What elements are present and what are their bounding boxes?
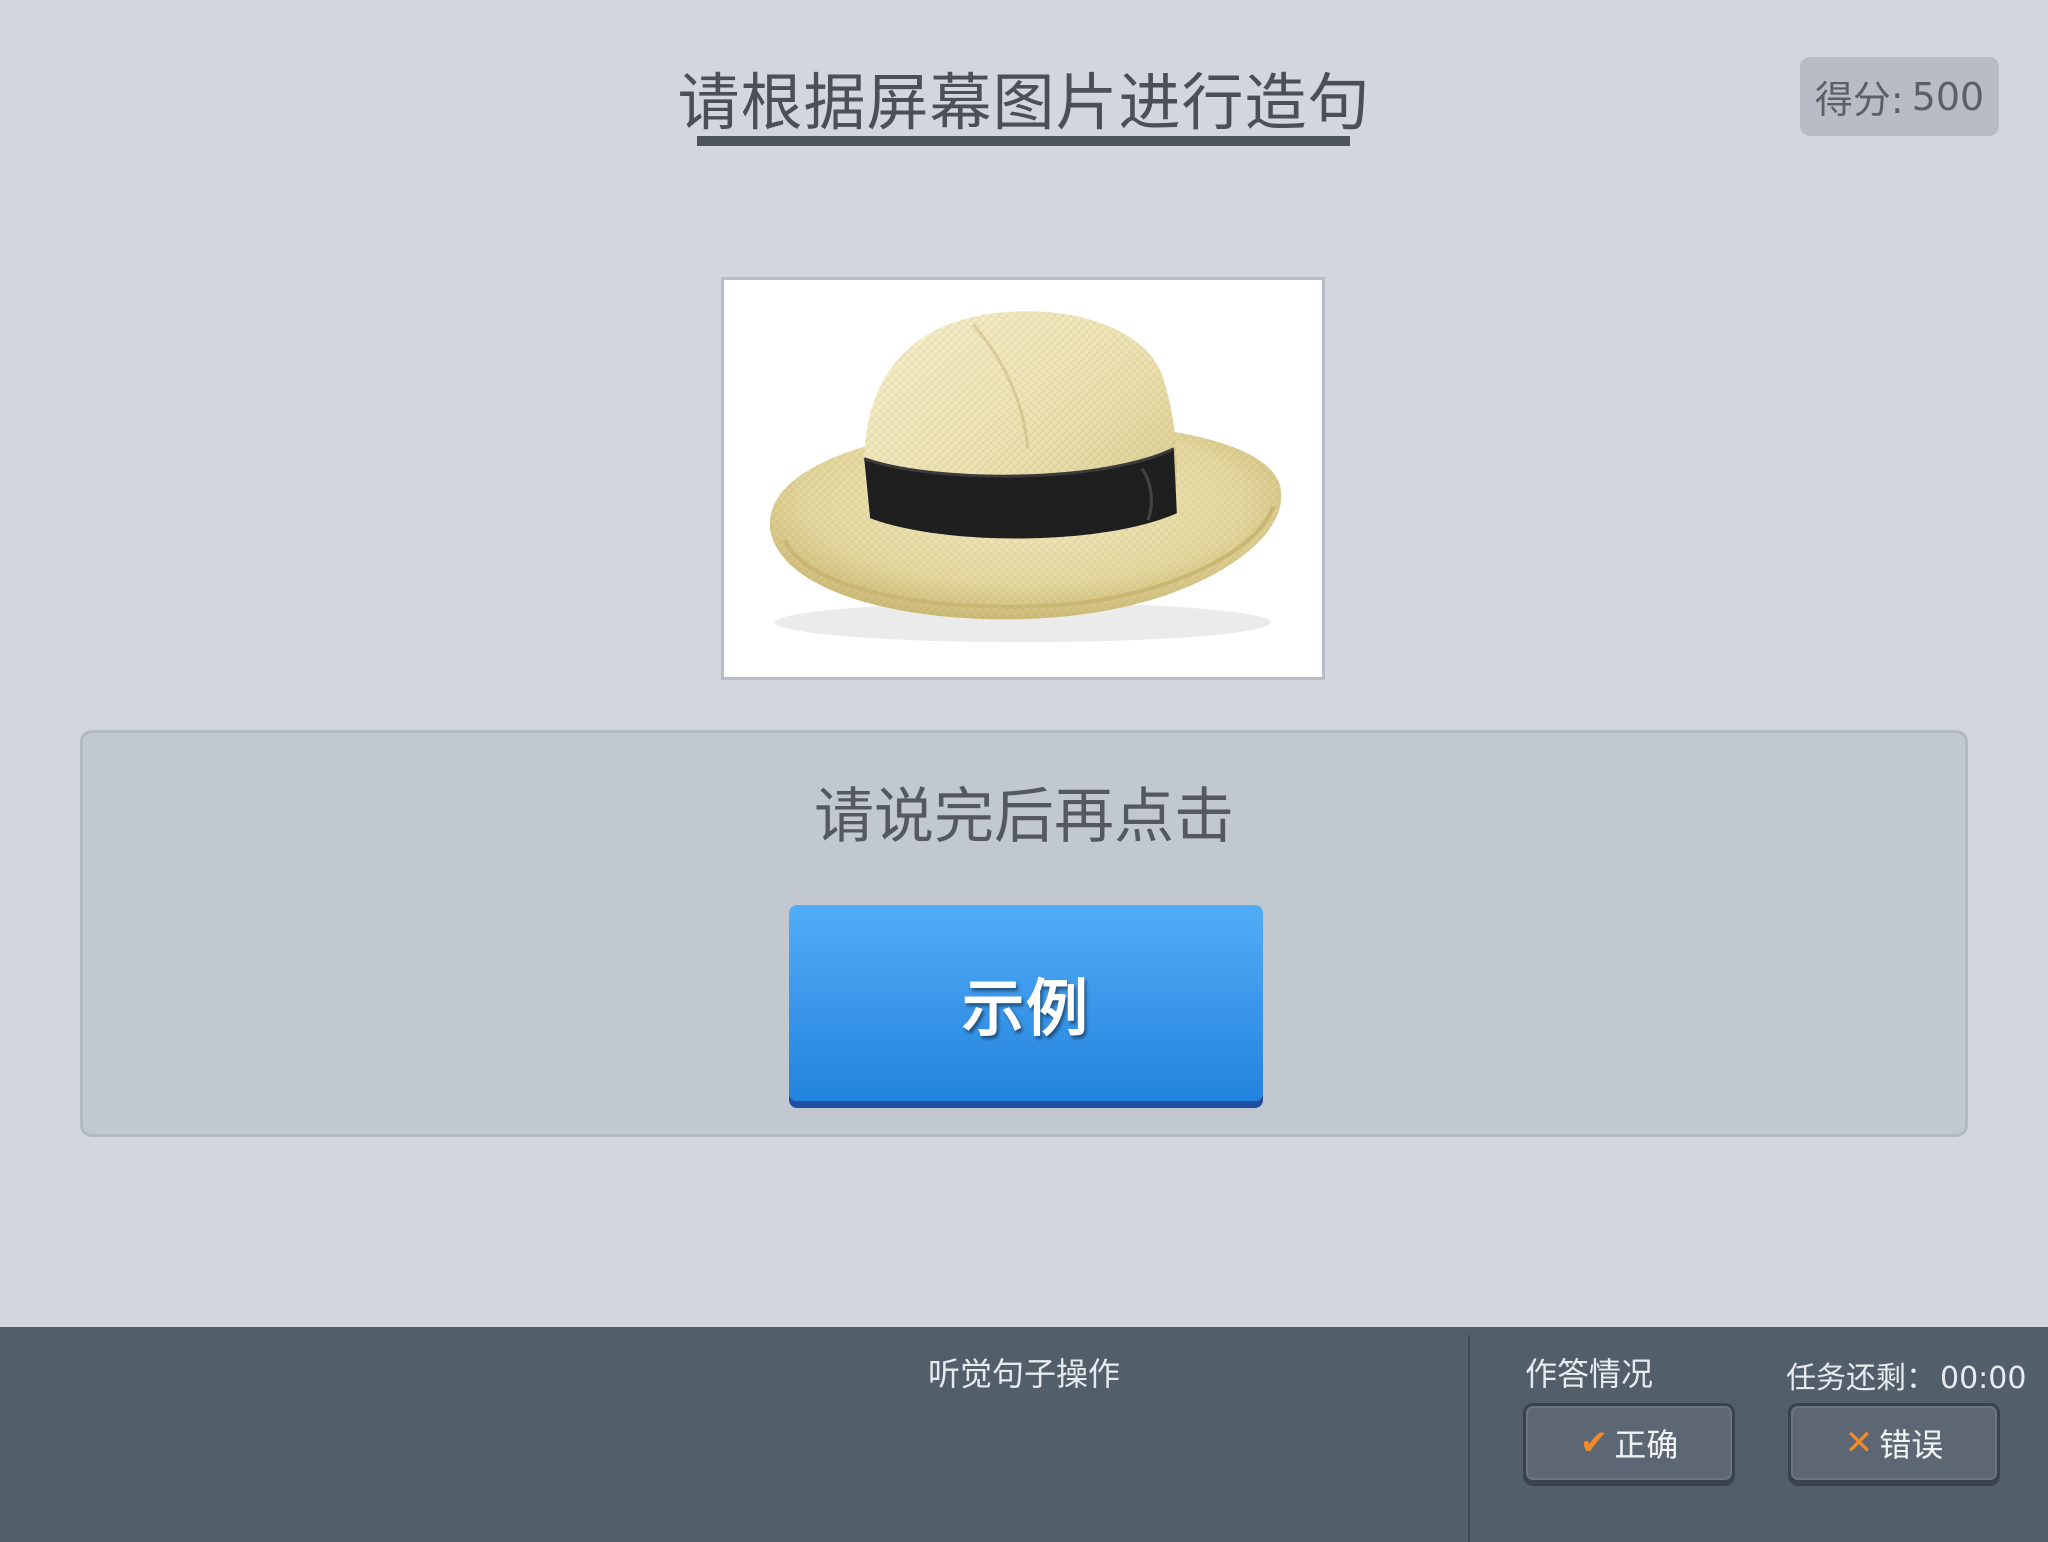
bottom-bar: 听觉句子操作 作答情况 任务还剩： 00:00 ✔ 正确 ✕ 错误 — [0, 1327, 2048, 1542]
wrong-button-label: 错误 — [1879, 1426, 1944, 1464]
page-title: 请根据屏幕图片进行造句 — [0, 52, 2048, 142]
hat-image — [769, 311, 1282, 643]
prompt-panel: 请说完后再点击 示例 — [80, 730, 1968, 1137]
correct-button[interactable]: ✔ 正确 — [1523, 1403, 1735, 1483]
operation-label: 听觉句子操作 — [927, 1355, 1120, 1393]
instruction-text: 请说完后再点击 — [814, 782, 1234, 852]
answer-status-label: 作答情况 — [1525, 1355, 1654, 1393]
title-text: 请根据屏幕图片进行造句 — [677, 66, 1371, 139]
wrong-button[interactable]: ✕ 错误 — [1788, 1403, 2000, 1483]
footer-divider — [1468, 1335, 1470, 1542]
score-value: 500 — [1911, 74, 1985, 119]
example-button-label: 示例 — [961, 972, 1090, 1045]
example-button[interactable]: 示例 — [789, 905, 1263, 1101]
correct-button-label: 正确 — [1614, 1426, 1679, 1464]
title-underline — [697, 136, 1350, 146]
timer-label: 任务还剩： — [1786, 1361, 1936, 1396]
score-badge: 得分: 500 — [1800, 57, 1999, 136]
timer-value: 00:00 — [1940, 1361, 2027, 1396]
picture-frame — [721, 277, 1325, 680]
task-timer: 任务还剩： 00:00 — [1786, 1353, 2026, 1397]
checkmark-icon: ✔ — [1579, 1423, 1609, 1463]
x-icon: ✕ — [1844, 1423, 1874, 1463]
score-label: 得分: — [1814, 78, 1904, 122]
